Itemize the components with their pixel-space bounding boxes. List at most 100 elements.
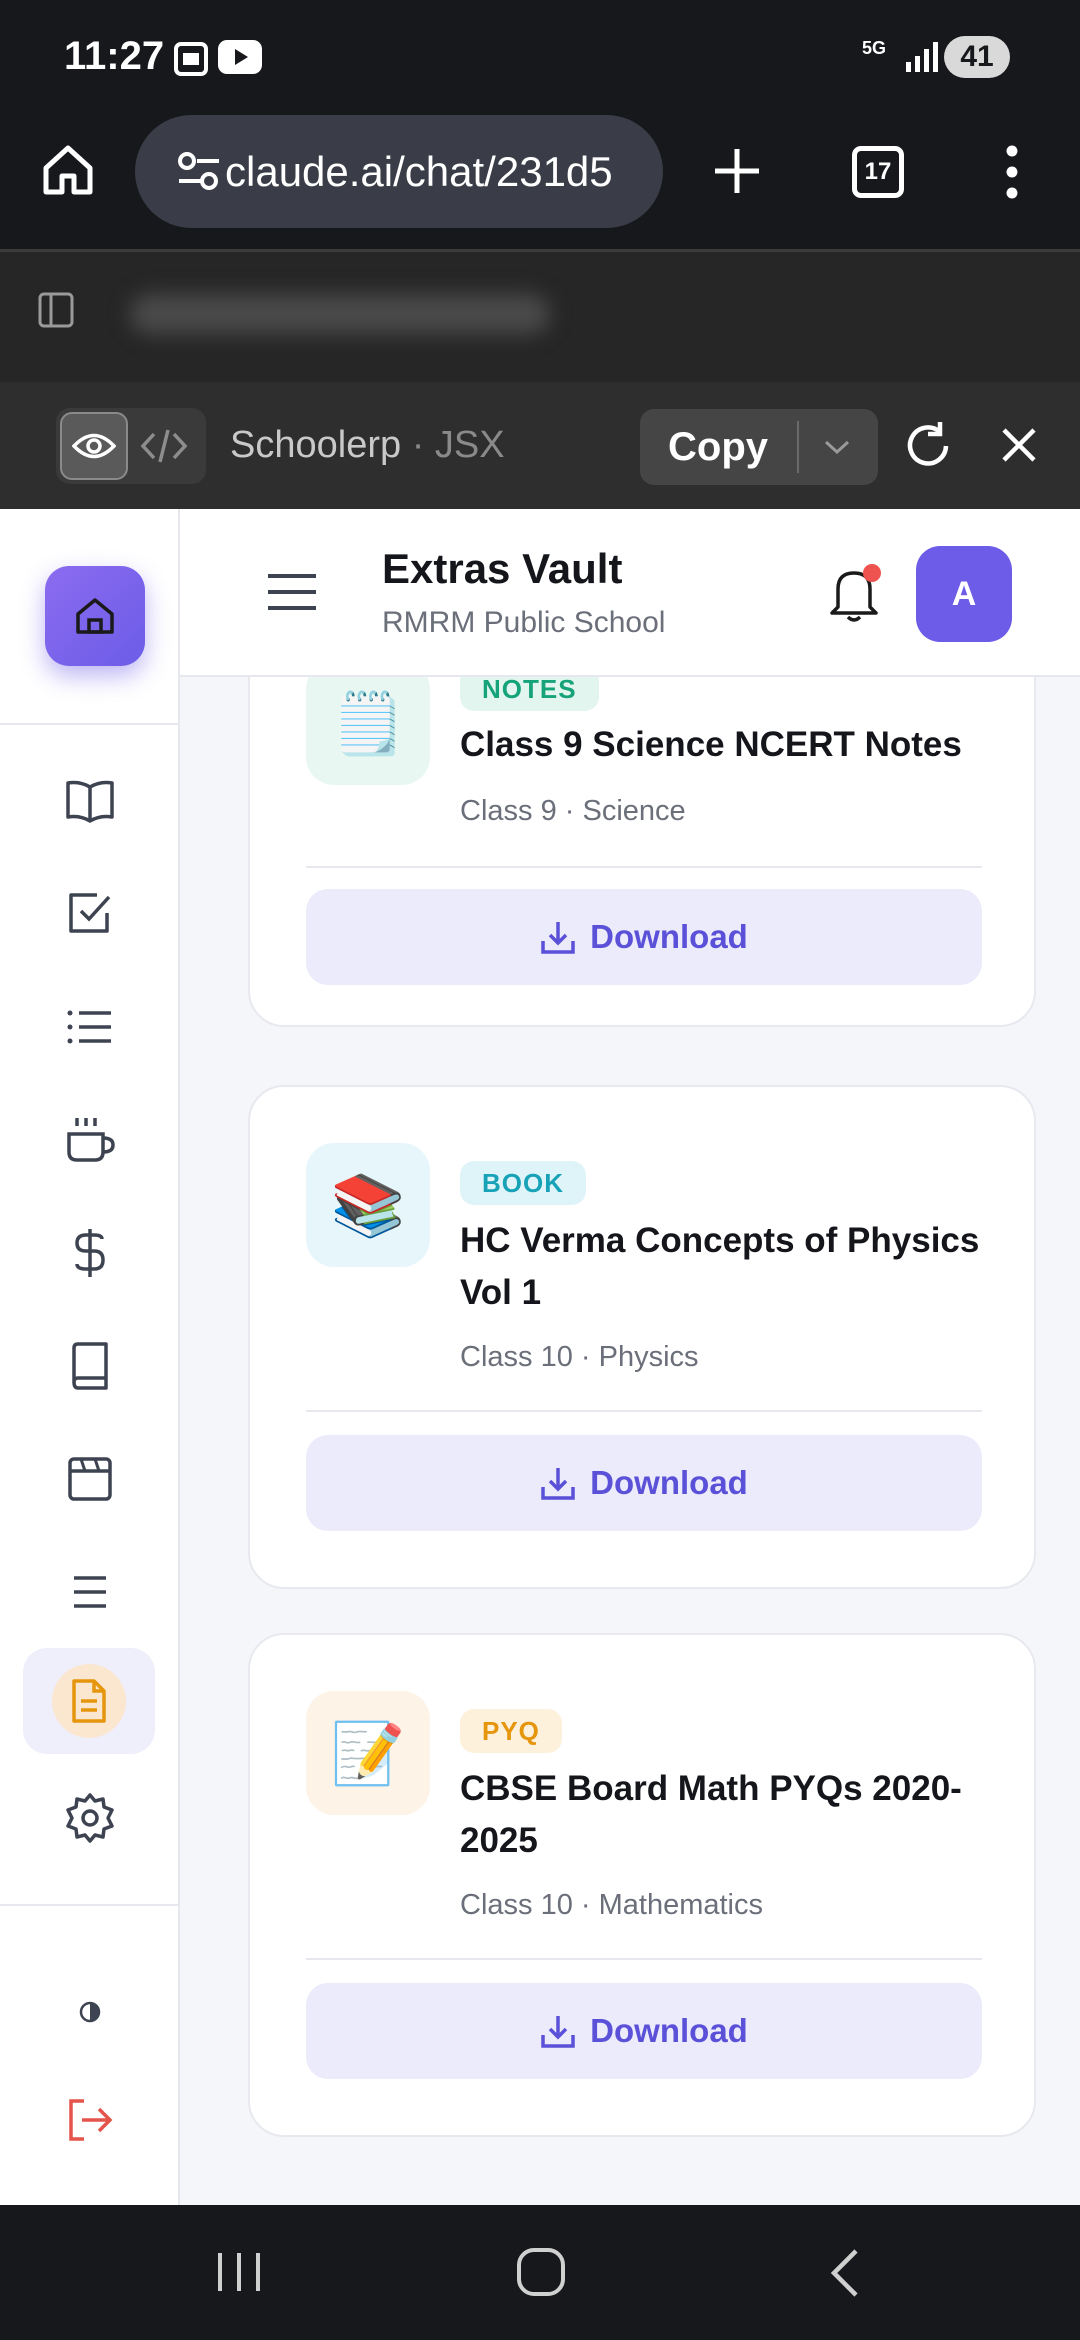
memo-icon: 📝 <box>330 1719 406 1787</box>
copy-divider <box>797 421 799 473</box>
sidebar-item-tasks[interactable] <box>60 884 120 944</box>
document-icon <box>72 1679 106 1723</box>
vault-item-card: 🗒️ NOTES Class 9 Science NCERT Notes Cla… <box>248 677 1036 1027</box>
sidebar-item-library[interactable] <box>60 771 120 831</box>
download-label: Download <box>590 1464 748 1501</box>
item-thumbnail: 📚 <box>306 1143 430 1267</box>
sidebar-item-menu[interactable] <box>60 1562 120 1622</box>
back-icon[interactable] <box>826 2247 862 2304</box>
sidebar-item-list[interactable] <box>60 997 120 1057</box>
notifications-button[interactable] <box>826 563 882 630</box>
theme-toggle-button[interactable] <box>60 1982 120 2042</box>
youtube-icon <box>218 40 262 79</box>
new-tab-icon[interactable] <box>712 146 762 201</box>
extras-icon-circle <box>52 1664 126 1738</box>
code-icon <box>140 429 188 463</box>
recents-icon[interactable] <box>214 2249 264 2300</box>
item-thumbnail: 📝 <box>306 1691 430 1815</box>
hamburger-menu-icon[interactable] <box>268 573 316 616</box>
item-title: HC Verma Concepts of Physics Vol 1 <box>460 1221 980 1312</box>
download-button[interactable]: Download <box>306 1983 982 2079</box>
artifact-separator: · <box>411 424 425 466</box>
app-sidebar <box>0 509 180 2205</box>
download-button[interactable]: Download <box>306 1435 982 1531</box>
checkbox-icon <box>69 893 111 933</box>
sidebar-toggle-icon[interactable] <box>38 292 74 333</box>
artifact-type: JSX <box>434 424 505 466</box>
view-toggle <box>56 408 206 484</box>
status-bar: 11:27 5G 41 <box>0 0 1080 118</box>
list-icon <box>67 1010 111 1044</box>
sidebar-divider-top <box>0 723 180 725</box>
copy-button[interactable]: Copy <box>668 425 768 470</box>
sidebar-item-canteen[interactable] <box>60 1110 120 1170</box>
item-meta: Class 10 · Mathematics <box>460 1889 763 1921</box>
avatar-initial: A <box>951 574 977 613</box>
download-icon <box>541 922 575 954</box>
system-navigation-bar <box>0 2205 1080 2340</box>
eye-icon <box>72 433 116 459</box>
dollar-icon <box>75 1229 105 1277</box>
item-thumbnail: 🗒️ <box>306 677 430 785</box>
download-button[interactable]: Download <box>306 889 982 985</box>
copy-button-group: Copy <box>640 409 878 485</box>
item-tag: BOOK <box>460 1161 586 1205</box>
book-icon <box>72 1342 108 1390</box>
url-bar[interactable]: claude.ai/chat/231d5 <box>135 115 663 228</box>
artifact-title: Schoolerp · JSX <box>230 424 505 467</box>
sidebar-item-settings[interactable] <box>60 1788 120 1848</box>
contrast-icon <box>79 2001 101 2023</box>
sidebar-item-fees[interactable] <box>60 1223 120 1283</box>
item-meta: Class 9 · Science <box>460 795 686 827</box>
battery-icon: 41 <box>944 36 1010 78</box>
network-label: 5G <box>862 38 887 58</box>
status-time: 11:27 <box>64 34 165 78</box>
chat-header <box>0 252 1080 382</box>
sidebar-item-timetable[interactable] <box>60 1449 120 1509</box>
artifact-name: Schoolerp <box>230 424 402 466</box>
tab-switcher-button[interactable]: 17 <box>852 146 904 198</box>
download-icon <box>541 2016 575 2048</box>
coffee-cup-icon <box>67 1118 115 1162</box>
vault-item-card: 📚 BOOK HC Verma Concepts of Physics Vol … <box>248 1085 1036 1589</box>
preview-eye-button[interactable] <box>60 412 128 480</box>
home-icon <box>76 598 114 634</box>
card-divider <box>306 1410 982 1412</box>
item-title: Class 9 Science NCERT Notes <box>460 725 962 764</box>
logout-button[interactable] <box>60 2090 120 2150</box>
avatar[interactable]: A <box>916 546 1012 642</box>
sidebar-item-extras-active[interactable] <box>23 1648 155 1754</box>
open-book-icon <box>66 780 114 823</box>
card-divider <box>306 866 982 868</box>
sidebar-item-books[interactable] <box>60 1336 120 1396</box>
home-icon[interactable] <box>40 142 96 203</box>
home-nav-icon[interactable] <box>516 2247 566 2302</box>
menu-lines-icon <box>74 1576 106 1608</box>
close-artifact-icon[interactable] <box>1000 426 1038 469</box>
gear-icon <box>66 1793 114 1843</box>
more-menu-icon[interactable] <box>1000 144 1024 205</box>
refresh-icon[interactable] <box>902 420 954 477</box>
item-tag: PYQ <box>460 1709 562 1753</box>
books-icon: 📚 <box>330 1171 406 1239</box>
app-preview: Extras Vault RMRM Public School A 🗒️ NOT… <box>0 509 1080 2205</box>
app-header: Extras Vault RMRM Public School A <box>180 509 1080 677</box>
download-label: Download <box>590 2012 748 2049</box>
blurred-chat-title <box>130 294 550 334</box>
battery-level: 41 <box>960 40 994 73</box>
download-label: Download <box>590 918 748 955</box>
notepad-icon: 🗒️ <box>330 689 406 757</box>
card-divider <box>306 1958 982 1960</box>
item-title: CBSE Board Math PYQs 2020-2025 <box>460 1769 962 1860</box>
site-settings-icon[interactable] <box>177 151 221 196</box>
code-view-button[interactable] <box>140 422 188 475</box>
copy-options-chevron-icon[interactable] <box>822 437 852 462</box>
tab-count: 17 <box>864 158 892 185</box>
download-icon <box>541 1468 575 1500</box>
vault-list: 🗒️ NOTES Class 9 Science NCERT Notes Cla… <box>180 677 1080 2205</box>
sidebar-divider-bottom <box>0 1904 180 1906</box>
sidebar-home-button[interactable] <box>45 566 145 666</box>
page-title: Extras Vault <box>382 545 623 592</box>
school-name: RMRM Public School <box>382 606 666 639</box>
calendar-icon <box>68 1457 112 1501</box>
